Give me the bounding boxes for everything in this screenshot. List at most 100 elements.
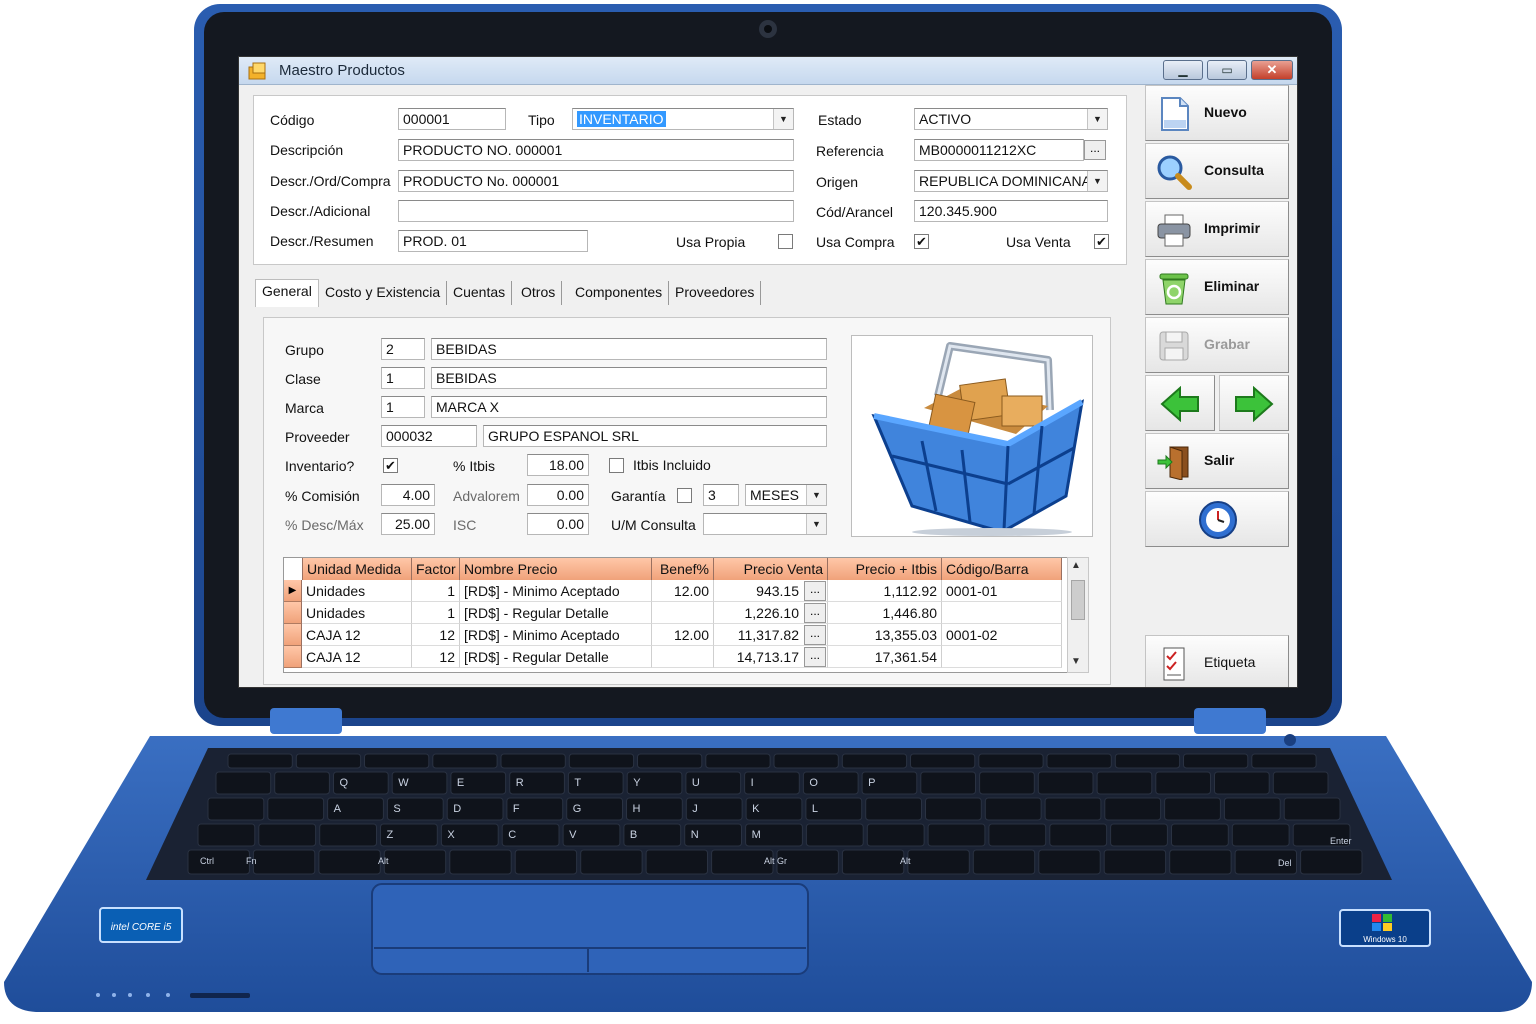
cell-precio-itbis[interactable]: 17,361.54 xyxy=(828,646,942,668)
desc-max-field[interactable]: 25.00 xyxy=(381,513,435,535)
cell-codigo-barra[interactable] xyxy=(942,602,1062,624)
comision-field[interactable]: 4.00 xyxy=(381,484,435,506)
previous-button[interactable] xyxy=(1145,375,1215,431)
price-lookup-button[interactable]: ... xyxy=(804,581,826,601)
row-header[interactable] xyxy=(284,624,302,646)
row-header[interactable]: ▶ xyxy=(284,580,302,602)
isc-field[interactable]: 0.00 xyxy=(527,513,589,535)
col-header-factor[interactable]: Factor xyxy=(412,558,460,580)
col-header-nombre-precio[interactable]: Nombre Precio xyxy=(460,558,652,580)
cell-factor[interactable]: 12 xyxy=(412,646,460,668)
cell-benef[interactable]: 12.00 xyxy=(652,624,714,646)
clock-button[interactable] xyxy=(1145,491,1289,547)
col-header-benef[interactable]: Benef% xyxy=(652,558,714,580)
tab-cuentas[interactable]: Cuentas xyxy=(447,281,513,305)
cell-nombre-precio[interactable]: [RD$] - Regular Detalle xyxy=(460,602,652,624)
col-header-precio-itbis[interactable]: Precio + Itbis xyxy=(828,558,942,580)
marca-code-field[interactable]: 1 xyxy=(381,396,425,418)
tab-componentes[interactable]: Componentes xyxy=(569,281,670,305)
descripcion-field[interactable]: PRODUCTO NO. 000001 xyxy=(398,139,794,161)
etiqueta-button[interactable]: Etiqueta xyxy=(1145,635,1289,687)
cell-benef[interactable] xyxy=(652,602,714,624)
referencia-field[interactable]: MB0000011212XC xyxy=(914,139,1084,161)
salir-button[interactable]: Salir xyxy=(1145,433,1289,489)
grabar-button[interactable]: Grabar xyxy=(1145,317,1289,373)
price-lookup-button[interactable]: ... xyxy=(804,625,826,645)
desc-adicional-field[interactable] xyxy=(398,200,794,222)
scroll-up-arrow-icon[interactable]: ▲ xyxy=(1071,560,1081,571)
nuevo-button[interactable]: Nuevo xyxy=(1145,85,1289,141)
scroll-down-arrow-icon[interactable]: ▼ xyxy=(1071,656,1081,667)
price-lookup-button[interactable]: ... xyxy=(804,603,826,623)
cell-unidad[interactable]: Unidades xyxy=(302,580,412,602)
cell-factor[interactable]: 1 xyxy=(412,602,460,624)
cell-factor[interactable]: 12 xyxy=(412,624,460,646)
marca-name-field[interactable]: MARCA X xyxy=(431,396,827,418)
row-header[interactable] xyxy=(284,602,302,624)
garantia-field[interactable]: 3 xyxy=(703,484,739,506)
itbis-incluido-checkbox[interactable] xyxy=(609,458,624,473)
origen-select[interactable]: REPUBLICA DOMINICANA ▼ xyxy=(914,170,1108,192)
close-button[interactable]: ✕ xyxy=(1251,60,1293,80)
chevron-down-icon[interactable]: ▼ xyxy=(773,109,793,129)
cell-precio-itbis[interactable]: 1,446.80 xyxy=(828,602,942,624)
desc-resumen-field[interactable]: PROD. 01 xyxy=(398,230,588,252)
chevron-down-icon[interactable]: ▼ xyxy=(1087,171,1107,191)
itbis-field[interactable]: 18.00 xyxy=(527,454,589,476)
next-button[interactable] xyxy=(1219,375,1289,431)
cell-codigo-barra[interactable] xyxy=(942,646,1062,668)
estado-select[interactable]: ACTIVO ▼ xyxy=(914,108,1108,130)
col-header-codigo-barra[interactable]: Código/Barra xyxy=(942,558,1062,580)
garantia-checkbox[interactable] xyxy=(677,488,692,503)
referencia-lookup-button[interactable]: ... xyxy=(1084,140,1106,160)
cell-nombre-precio[interactable]: [RD$] - Regular Detalle xyxy=(460,646,652,668)
eliminar-button[interactable]: Eliminar xyxy=(1145,259,1289,315)
maximize-button[interactable]: ▭ xyxy=(1207,60,1247,80)
um-consulta-select[interactable]: ▼ xyxy=(703,513,827,535)
grupo-name-field[interactable]: BEBIDAS xyxy=(431,338,827,360)
grupo-code-field[interactable]: 2 xyxy=(381,338,425,360)
usa-compra-checkbox[interactable]: ✔ xyxy=(914,234,929,249)
proveedor-code-field[interactable]: 000032 xyxy=(381,425,477,447)
clase-code-field[interactable]: 1 xyxy=(381,367,425,389)
tab-otros[interactable]: Otros xyxy=(515,281,563,305)
cell-codigo-barra[interactable]: 0001-02 xyxy=(942,624,1062,646)
col-header-precio-venta[interactable]: Precio Venta xyxy=(714,558,828,580)
cell-benef[interactable]: 12.00 xyxy=(652,580,714,602)
garantia-unit-select[interactable]: MESES ▼ xyxy=(745,484,827,506)
price-lookup-button[interactable]: ... xyxy=(804,647,826,667)
usa-venta-checkbox[interactable]: ✔ xyxy=(1094,234,1109,249)
usa-propia-checkbox[interactable] xyxy=(778,234,793,249)
cell-benef[interactable] xyxy=(652,646,714,668)
desc-ord-field[interactable]: PRODUCTO No. 000001 xyxy=(398,170,794,192)
cell-precio-itbis[interactable]: 13,355.03 xyxy=(828,624,942,646)
advalorem-field[interactable]: 0.00 xyxy=(527,484,589,506)
chevron-down-icon[interactable]: ▼ xyxy=(806,514,826,534)
col-header-unidad[interactable]: Unidad Medida xyxy=(302,558,412,580)
codigo-field[interactable]: 000001 xyxy=(398,108,506,130)
minimize-button[interactable]: ▁ xyxy=(1163,60,1203,80)
tipo-select[interactable]: INVENTARIO ▼ xyxy=(572,108,794,130)
cell-unidad[interactable]: CAJA 12 xyxy=(302,646,412,668)
cell-factor[interactable]: 1 xyxy=(412,580,460,602)
cell-unidad[interactable]: Unidades xyxy=(302,602,412,624)
grid-scrollbar[interactable]: ▲ ▼ xyxy=(1067,557,1089,673)
inventario-checkbox[interactable]: ✔ xyxy=(383,458,398,473)
proveedor-name-field[interactable]: GRUPO ESPANOL SRL xyxy=(483,425,827,447)
consulta-button[interactable]: Consulta xyxy=(1145,143,1289,199)
row-header[interactable] xyxy=(284,646,302,668)
tab-costo-existencia[interactable]: Costo y Existencia xyxy=(319,281,448,305)
cell-codigo-barra[interactable]: 0001-01 xyxy=(942,580,1062,602)
cell-unidad[interactable]: CAJA 12 xyxy=(302,624,412,646)
scroll-thumb[interactable] xyxy=(1071,580,1085,620)
tab-proveedores[interactable]: Proveedores xyxy=(669,281,762,305)
imprimir-button[interactable]: Imprimir xyxy=(1145,201,1289,257)
chevron-down-icon[interactable]: ▼ xyxy=(806,485,826,505)
clase-name-field[interactable]: BEBIDAS xyxy=(431,367,827,389)
chevron-down-icon[interactable]: ▼ xyxy=(1087,109,1107,129)
cell-nombre-precio[interactable]: [RD$] - Minimo Aceptado xyxy=(460,624,652,646)
cod-arancel-field[interactable]: 120.345.900 xyxy=(914,200,1108,222)
tab-general[interactable]: General xyxy=(255,279,319,307)
cell-nombre-precio[interactable]: [RD$] - Minimo Aceptado xyxy=(460,580,652,602)
cell-precio-itbis[interactable]: 1,112.92 xyxy=(828,580,942,602)
